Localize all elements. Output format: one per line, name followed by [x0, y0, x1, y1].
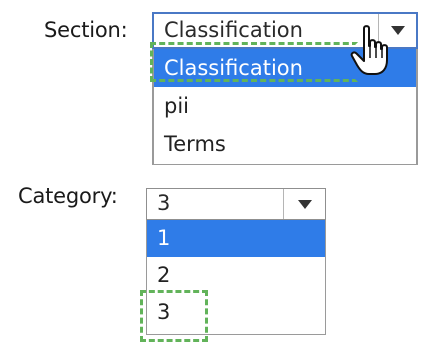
section-option-terms[interactable]: Terms [154, 125, 416, 163]
hand-pointer-icon [350, 25, 388, 75]
category-options-list: 1 2 3 [146, 220, 326, 335]
section-label: Section: [44, 18, 128, 42]
section-option-pii[interactable]: pii [154, 87, 416, 125]
category-option-1[interactable]: 1 [147, 220, 325, 257]
category-dropdown-button[interactable] [283, 189, 325, 219]
category-option-3[interactable]: 3 [147, 294, 325, 331]
section-selected-value: Classification [164, 18, 303, 42]
category-dropdown[interactable]: 3 [146, 188, 326, 220]
chevron-down-icon [297, 199, 312, 209]
category-option-2[interactable]: 2 [147, 257, 325, 294]
category-label: Category: [18, 184, 118, 208]
chevron-down-icon [390, 26, 405, 35]
category-selected-value: 3 [157, 191, 171, 215]
